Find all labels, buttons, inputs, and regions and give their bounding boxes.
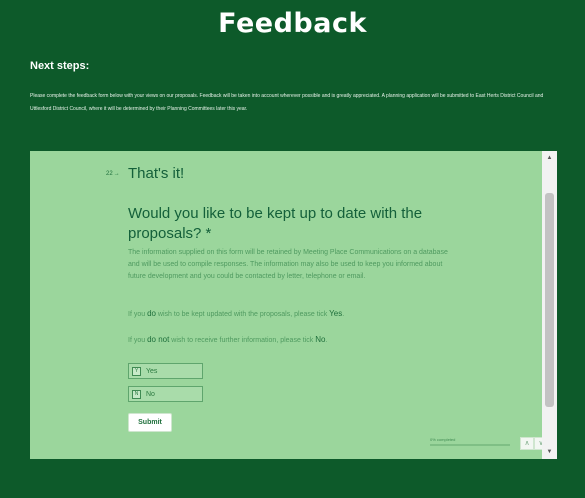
arrow-right-icon: →: [113, 171, 120, 177]
next-steps-heading: Next steps:: [30, 60, 90, 72]
question-text: Would you like to be kept up to date wit…: [128, 205, 423, 242]
choice-yes[interactable]: Y Yes: [128, 363, 203, 379]
previous-question-button[interactable]: ∧: [520, 437, 534, 450]
page-title: Feedback: [218, 8, 367, 39]
yes-instruction-post: .: [342, 311, 345, 318]
submit-button[interactable]: Submit: [128, 413, 172, 432]
yes-instruction: If you do wish to be kept updated with t…: [128, 309, 344, 318]
no-instruction-mid: wish to receive further information, ple…: [169, 337, 316, 344]
choice-yes-label: Yes: [146, 367, 158, 375]
feedback-form-frame: 22→ That's it! Would you like to be kept…: [30, 151, 557, 459]
choice-key-n: N: [132, 389, 141, 399]
question-number: 22→: [106, 171, 120, 177]
question-number-text: 22: [106, 171, 113, 177]
section-heading: That's it!: [128, 165, 185, 182]
choice-key-y: Y: [132, 366, 141, 376]
intro-text: Please complete the feedback form below …: [30, 93, 544, 112]
yes-instruction-emph-yes: Yes: [329, 309, 343, 318]
yes-instruction-emph-do: do: [147, 309, 156, 318]
no-instruction-pre: If you: [128, 337, 148, 344]
scroll-up-arrow-icon[interactable]: ▲: [542, 151, 557, 165]
progress-bar: [430, 444, 510, 446]
no-instruction-post: .: [325, 337, 328, 344]
no-instruction-emph-do-not: do not: [147, 335, 170, 344]
choice-no[interactable]: N No: [128, 386, 203, 402]
choice-no-label: No: [146, 390, 155, 398]
yes-instruction-pre: If you: [128, 311, 148, 318]
yes-instruction-mid: wish to be kept updated with the proposa…: [155, 311, 330, 318]
progress-indicator: 0% completed: [430, 437, 510, 446]
privacy-info-text: The information supplied on this form wi…: [128, 249, 448, 280]
scroll-down-arrow-icon[interactable]: ▼: [542, 445, 557, 459]
no-instruction: If you do not wish to receive further in…: [128, 335, 327, 344]
scrollbar[interactable]: ▲ ▼: [542, 151, 557, 459]
chevron-up-icon: ∧: [524, 440, 530, 447]
no-instruction-emph-no: No: [315, 335, 326, 344]
scrollbar-thumb[interactable]: [545, 193, 554, 407]
progress-text: 0% completed: [430, 437, 456, 442]
